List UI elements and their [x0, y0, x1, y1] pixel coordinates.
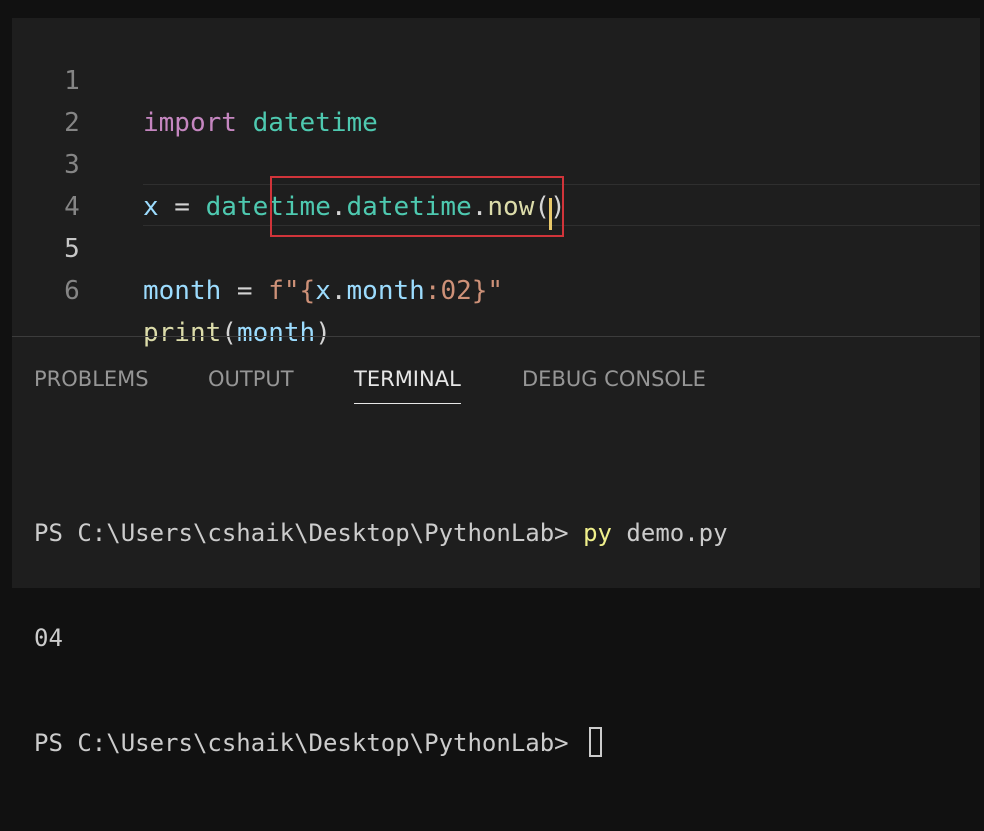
panel-tabs: PROBLEMS OUTPUT TERMINAL DEBUG CONSOLE: [12, 358, 980, 408]
terminal-command: py: [583, 519, 612, 547]
terminal-prompt: PS C:\Users\cshaik\Desktop\PythonLab>: [34, 519, 584, 547]
tab-debug-console[interactable]: DEBUG CONSOLE: [522, 358, 706, 400]
code-text-6: print(month): [143, 312, 331, 354]
code-editor[interactable]: 1 import datetime 2 3 x = datetime.datet…: [12, 18, 980, 348]
fstring-start: f"{: [268, 276, 316, 306]
terminal-line-2: 04: [34, 621, 728, 656]
tab-problems[interactable]: PROBLEMS: [34, 358, 149, 400]
code-text-5: month = f"{x.month:02}": [143, 270, 503, 312]
code-line-1[interactable]: 1 import datetime: [12, 18, 980, 138]
terminal-args: demo.py: [611, 519, 728, 547]
tab-terminal[interactable]: TERMINAL: [354, 358, 461, 404]
tab-output[interactable]: OUTPUT: [208, 358, 294, 400]
terminal-cursor: [589, 727, 603, 757]
variable-month: month: [236, 318, 316, 348]
open-paren: (: [221, 318, 237, 348]
code-line-3[interactable]: 3 x = datetime.datetime.now(): [12, 102, 980, 222]
function-print: print: [143, 318, 222, 348]
variable-x: x: [315, 276, 331, 306]
terminal-prompt: PS C:\Users\cshaik\Desktop\PythonLab>: [34, 729, 584, 757]
terminal-line-1: PS C:\Users\cshaik\Desktop\PythonLab> py…: [34, 516, 728, 551]
vscode-window: 1 import datetime 2 3 x = datetime.datet…: [12, 18, 980, 757]
fstring-end: :02}": [424, 276, 504, 306]
text-cursor: [549, 198, 552, 230]
terminal-output[interactable]: PS C:\Users\cshaik\Desktop\PythonLab> py…: [34, 446, 728, 831]
terminal-line-3: PS C:\Users\cshaik\Desktop\PythonLab>: [34, 726, 728, 761]
terminal-result: 04: [34, 624, 63, 652]
assign-operator: =: [221, 276, 269, 306]
attribute-month: month: [346, 276, 425, 306]
panel-divider[interactable]: [12, 336, 980, 337]
highlight-box: [270, 176, 564, 237]
close-paren: ): [315, 318, 331, 348]
variable-month: month: [143, 276, 222, 306]
dot: .: [330, 276, 347, 306]
line-number-6: 6: [64, 276, 80, 306]
code-line-2[interactable]: 2: [12, 60, 980, 138]
